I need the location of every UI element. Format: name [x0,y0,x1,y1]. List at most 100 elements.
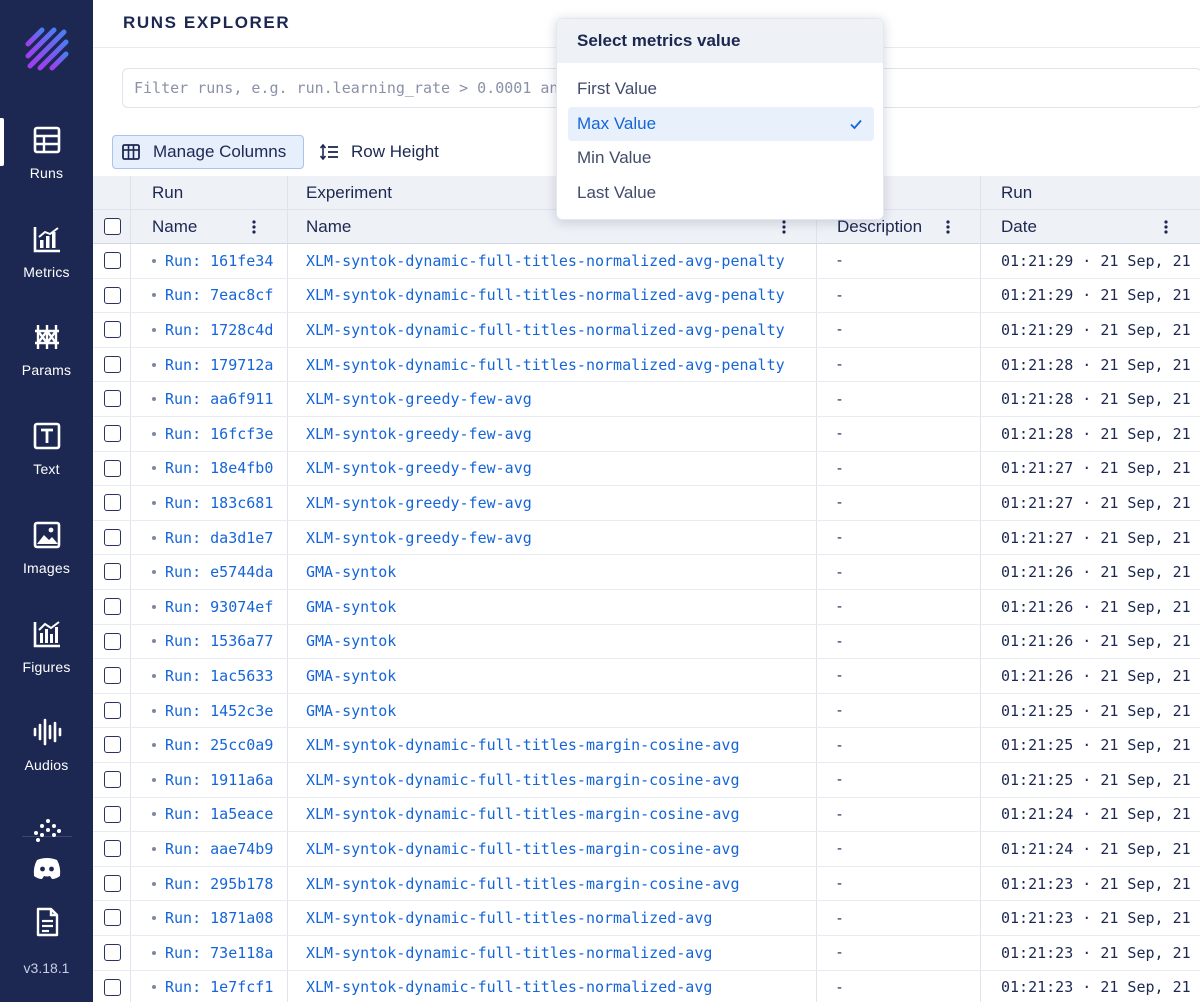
run-name-link[interactable]: Run: 1452c3e [165,702,273,720]
row-checkbox[interactable] [104,459,121,477]
experiment-name-link[interactable]: XLM-syntok-dynamic-full-titles-normalize… [306,971,712,1002]
row-checkbox[interactable] [104,771,121,788]
run-name-link[interactable]: Run: 1ac5633 [165,667,273,685]
dropdown-option-min-value[interactable]: Min Value [568,141,874,175]
run-name-link[interactable]: Run: 93074ef [165,598,273,616]
table-row[interactable]: Run: 179712a XLM-syntok-dynamic-full-titl… [93,347,1200,383]
experiment-name-link[interactable]: GMA-syntok [306,659,396,693]
row-checkbox[interactable] [104,632,121,650]
sidebar-item-audios[interactable]: Audios [0,704,93,788]
run-name-link[interactable]: Run: 1911a6a [165,771,273,789]
row-checkbox[interactable] [104,390,121,408]
row-checkbox[interactable] [104,598,121,615]
row-checkbox[interactable] [104,563,121,581]
table-row[interactable]: Run: 295b178 XLM-syntok-dynamic-full-titl… [93,866,1200,902]
run-name-link[interactable]: Run: 1536a77 [165,632,273,650]
row-checkbox[interactable] [104,701,121,719]
scatter-icon[interactable] [30,813,64,847]
experiment-name-link[interactable]: XLM-syntok-dynamic-full-titles-normalize… [306,279,785,313]
experiment-name-link[interactable]: XLM-syntok-dynamic-full-titles-normalize… [306,936,712,970]
row-checkbox[interactable] [104,736,121,754]
row-checkbox[interactable] [104,528,121,546]
experiment-name-link[interactable]: GMA-syntok [306,625,396,659]
table-row[interactable]: Run: 1452c3e GMA-syntok - 01:21:25 · 21 Sep… [93,693,1200,729]
run-name-link[interactable]: Run: 183c681 [165,494,273,512]
experiment-name-link[interactable]: XLM-syntok-greedy-few-avg [306,452,532,486]
row-checkbox[interactable] [104,874,121,892]
experiment-name-link[interactable]: XLM-syntok-greedy-few-avg [306,417,532,451]
experiment-name-link[interactable]: XLM-syntok-greedy-few-avg [306,521,532,555]
experiment-name-link[interactable]: XLM-syntok-dynamic-full-titles-normalize… [306,348,785,382]
table-row[interactable]: Run: 1a5eace XLM-syntok-dynamic-full-titl… [93,797,1200,833]
run-name-link[interactable]: Run: 1a5eace [165,805,273,823]
run-name-link[interactable]: Run: 295b178 [165,875,273,893]
column-header-date[interactable]: Date [1001,210,1037,243]
row-checkbox[interactable] [104,286,121,304]
row-checkbox[interactable] [104,494,121,512]
experiment-name-link[interactable]: XLM-syntok-greedy-few-avg [306,382,532,416]
table-row[interactable]: Run: 18e4fb0 XLM-syntok-greedy-few-avg - 01… [93,451,1200,487]
row-checkbox[interactable] [104,840,121,858]
row-height-button[interactable]: Row Height [317,135,467,169]
run-name-link[interactable]: Run: 18e4fb0 [165,459,273,477]
table-row[interactable]: Run: 1ac5633 GMA-syntok - 01:21:26 · 21 Sep… [93,659,1200,694]
dropdown-option-max-value[interactable]: Max Value [568,106,874,141]
column-header-experiment-name[interactable]: Name [306,210,351,243]
experiment-name-link[interactable]: GMA-syntok [306,694,396,728]
experiment-name-link[interactable]: GMA-syntok [306,590,396,624]
column-menu-icon[interactable] [776,219,792,235]
run-name-link[interactable]: Run: 73e118a [165,944,273,962]
table-row[interactable]: Run: 1871a08 XLM-syntok-dynamic-full-titl… [93,901,1200,936]
table-row[interactable]: Run: 1536a77 GMA-syntok - 01:21:26 · 21 Sep… [93,624,1200,660]
experiment-name-link[interactable]: XLM-syntok-dynamic-full-titles-normalize… [306,901,712,935]
table-row[interactable]: Run: 1911a6a XLM-syntok-dynamic-full-titl… [93,763,1200,798]
table-row[interactable]: Run: 161fe34 XLM-syntok-dynamic-full-titl… [93,244,1200,279]
row-checkbox[interactable] [104,667,121,685]
experiment-name-link[interactable]: XLM-syntok-greedy-few-avg [306,486,532,520]
sidebar-item-images[interactable]: Images [0,507,93,591]
sidebar-item-metrics[interactable]: Metrics [0,211,93,295]
run-name-link[interactable]: Run: 25cc0a9 [165,736,273,754]
table-row[interactable]: Run: 25cc0a9 XLM-syntok-dynamic-full-titl… [93,728,1200,763]
experiment-name-link[interactable]: XLM-syntok-dynamic-full-titles-margin-co… [306,728,739,762]
column-menu-icon[interactable] [940,219,956,235]
run-name-link[interactable]: Run: 161fe34 [165,252,273,270]
row-checkbox[interactable] [104,909,121,927]
run-name-link[interactable]: Run: e5744da [165,563,273,581]
row-checkbox[interactable] [104,978,121,996]
table-row[interactable]: Run: 93074ef GMA-syntok - 01:21:26 · 21 Sep… [93,590,1200,625]
run-name-link[interactable]: Run: da3d1e7 [165,529,273,547]
table-row[interactable]: Run: 7eac8cf XLM-syntok-dynamic-full-titl… [93,278,1200,314]
row-checkbox[interactable] [104,425,121,442]
experiment-name-link[interactable]: XLM-syntok-dynamic-full-titles-normalize… [306,313,785,347]
run-name-link[interactable]: Run: 1728c4d [165,321,273,339]
sidebar-item-params[interactable]: Params [0,309,93,393]
manage-columns-button[interactable]: Manage Columns [112,135,304,169]
run-name-link[interactable]: Run: 179712a [165,356,273,374]
column-header-run-name[interactable]: Name [152,210,197,243]
discord-icon[interactable] [30,851,64,885]
docs-icon[interactable] [30,905,64,939]
table-row[interactable]: Run: aa6f911 XLM-syntok-greedy-few-avg - 01… [93,382,1200,417]
table-row[interactable]: Run: aae74b9 XLM-syntok-dynamic-full-titl… [93,832,1200,867]
dropdown-option-last-value[interactable]: Last Value [568,176,874,210]
run-name-link[interactable]: Run: 16fcf3e [165,425,273,443]
experiment-name-link[interactable]: XLM-syntok-dynamic-full-titles-normalize… [306,244,785,278]
run-name-link[interactable]: Run: 7eac8cf [165,286,273,304]
dropdown-option-first-value[interactable]: First Value [568,72,874,106]
table-row[interactable]: Run: 1e7fcf1 XLM-syntok-dynamic-full-titl… [93,970,1200,1002]
sidebar-item-figures[interactable]: Figures [0,606,93,690]
row-checkbox[interactable] [104,944,121,961]
run-name-link[interactable]: Run: 1e7fcf1 [165,978,273,996]
column-menu-icon[interactable] [1158,219,1174,235]
sidebar-item-runs[interactable]: Runs [0,112,93,196]
experiment-name-link[interactable]: XLM-syntok-dynamic-full-titles-margin-co… [306,763,739,797]
experiment-name-link[interactable]: XLM-syntok-dynamic-full-titles-margin-co… [306,798,739,832]
row-checkbox[interactable] [104,355,121,373]
aim-logo-icon[interactable] [22,24,72,74]
column-menu-icon[interactable] [246,219,262,235]
table-row[interactable]: Run: 183c681 XLM-syntok-greedy-few-avg - 01… [93,486,1200,521]
experiment-name-link[interactable]: XLM-syntok-dynamic-full-titles-margin-co… [306,867,739,901]
row-checkbox[interactable] [104,252,121,269]
experiment-name-link[interactable]: XLM-syntok-dynamic-full-titles-margin-co… [306,832,739,866]
